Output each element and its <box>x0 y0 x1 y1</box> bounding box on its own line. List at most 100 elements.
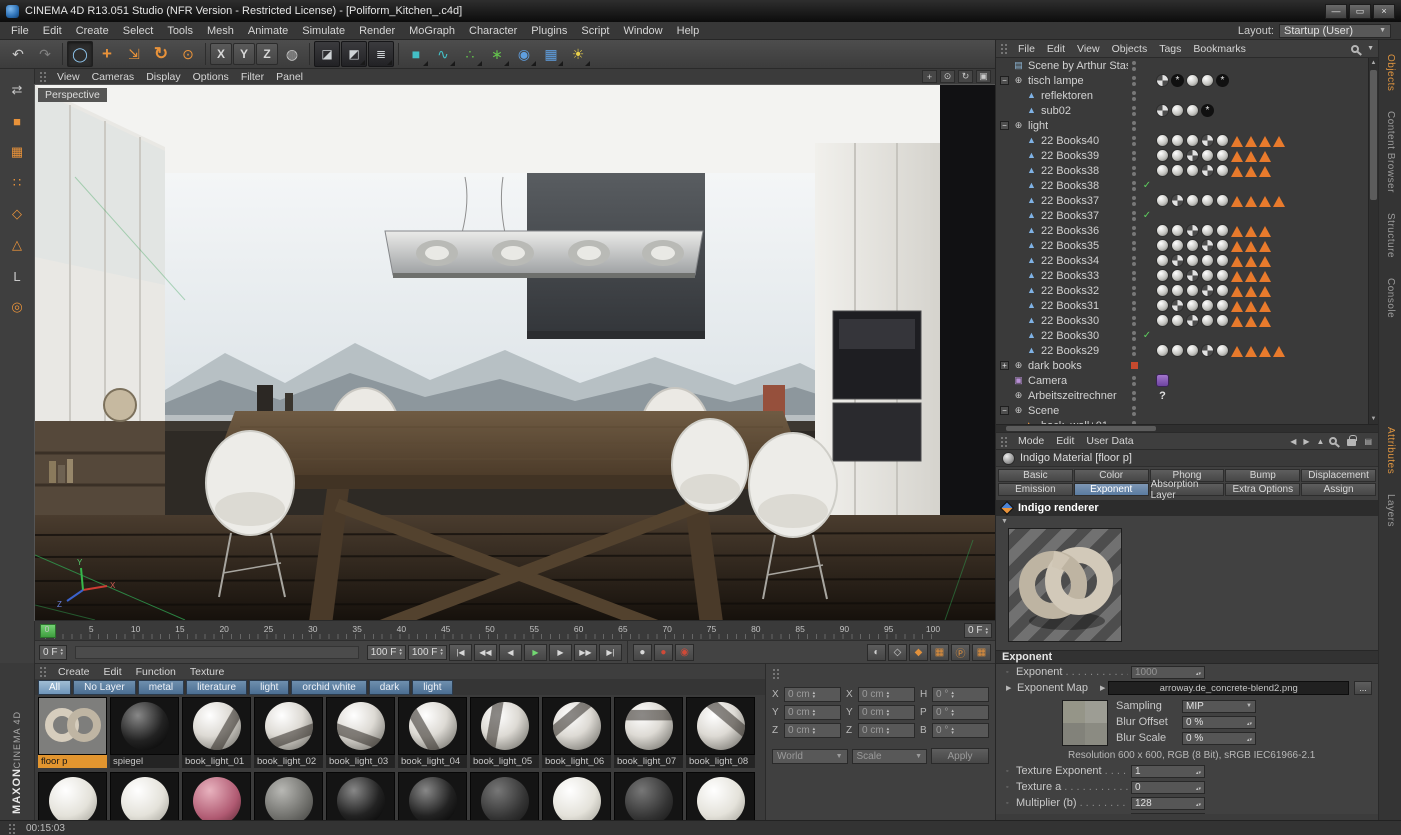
editor-visibility-dot[interactable] <box>1132 241 1136 245</box>
axis-z-lock-button[interactable]: Z <box>256 43 278 65</box>
light-tag-icon[interactable] <box>1245 271 1257 282</box>
light-tag-icon[interactable] <box>1259 271 1271 282</box>
material-tag-icon[interactable] <box>1186 74 1199 87</box>
light-tag-icon[interactable] <box>1231 151 1243 162</box>
visibility-dots[interactable] <box>1128 256 1140 266</box>
render-visibility-dot[interactable] <box>1132 322 1136 326</box>
visibility-dots[interactable] <box>1128 106 1140 116</box>
tab-basic[interactable]: Basic <box>998 469 1073 482</box>
record-keyframe-button[interactable]: ● <box>633 644 652 661</box>
viewport-menu-display[interactable]: Display <box>140 71 186 83</box>
object-menu-view[interactable]: View <box>1071 43 1106 55</box>
search-icon[interactable] <box>1329 437 1337 445</box>
texture-tag-icon[interactable] <box>1186 314 1199 327</box>
light-tag-icon[interactable] <box>1231 271 1243 282</box>
light-tag-icon[interactable] <box>1245 166 1257 177</box>
material-tag-icon[interactable] <box>1171 269 1184 282</box>
visibility-dots[interactable] <box>1128 271 1140 281</box>
render-view-button[interactable]: ◪ <box>314 41 340 67</box>
step-down-icon[interactable]: ▾ <box>951 713 954 717</box>
dark-material-tag-icon[interactable]: * <box>1216 74 1229 87</box>
history-forward-icon[interactable]: ▶ <box>1301 437 1311 446</box>
add-spline-button[interactable]: ∿ <box>430 41 456 67</box>
parent-object-icon[interactable]: ▲ <box>1315 437 1327 446</box>
material-tag-icon[interactable] <box>1171 134 1184 147</box>
material-tag-icon[interactable] <box>1186 344 1199 357</box>
light-tag-icon[interactable] <box>1231 256 1243 267</box>
exponent-map-file-button[interactable]: arroway.de_concrete-blend2.png <box>1108 681 1349 695</box>
material-tag-icon[interactable] <box>1216 194 1229 207</box>
history-back-icon[interactable]: ◀ <box>1288 437 1298 446</box>
light-tag-icon[interactable] <box>1245 196 1257 207</box>
add-simulation-button[interactable]: ∗ <box>484 41 510 67</box>
render-visibility-dot[interactable] <box>1132 82 1136 86</box>
exponent-map-browse-button[interactable]: ... <box>1354 681 1372 695</box>
horizontal-scrollbar[interactable] <box>996 424 1378 432</box>
material-tag-icon[interactable] <box>1156 284 1169 297</box>
menu-select[interactable]: Select <box>116 24 161 38</box>
object-row-22-books30-17[interactable]: ▲22 Books30 <box>996 313 1367 328</box>
step-down-icon[interactable]: ▾ <box>813 695 816 699</box>
material-tag-icon[interactable] <box>1201 224 1214 237</box>
panel-grip[interactable] <box>772 668 781 679</box>
redo-button[interactable]: ↷ <box>32 41 58 67</box>
protection-tag-icon[interactable] <box>1156 374 1169 387</box>
light-tag-icon[interactable] <box>1245 256 1257 267</box>
undo-button[interactable]: ↶ <box>5 41 31 67</box>
coordinate-position-x-input[interactable]: 0 cm▴▾ <box>784 687 841 702</box>
light-tag-icon[interactable] <box>1245 346 1257 357</box>
material-thumbnail[interactable] <box>686 772 755 820</box>
material-thumbnail[interactable] <box>542 772 611 820</box>
step-down-icon[interactable]: ▾ <box>951 731 954 735</box>
model-mode-button[interactable]: ■ <box>4 108 30 134</box>
render-visibility-dot[interactable] <box>1132 247 1136 251</box>
layer-tab-light[interactable]: light <box>249 680 289 695</box>
texture-tag-icon[interactable] <box>1201 164 1214 177</box>
rotate-tool-button[interactable]: ↻ <box>148 41 174 67</box>
material-tag-icon[interactable] <box>1156 314 1169 327</box>
material-thumbnail[interactable] <box>686 697 755 755</box>
stepper-icon[interactable]: ▴▾ <box>951 709 954 717</box>
material-thumbnail[interactable] <box>110 772 179 820</box>
record-position-button[interactable]: ▦ <box>930 644 949 661</box>
visibility-dots[interactable] <box>1128 391 1140 401</box>
render-visibility-dot[interactable] <box>1132 127 1136 131</box>
dock-tab-content-browser[interactable]: Content Browser <box>1385 105 1396 199</box>
object-row-22-books38-7[interactable]: ▲22 Books38 <box>996 163 1367 178</box>
stepper-icon[interactable]: ▴▾ <box>440 648 443 656</box>
step-down-icon[interactable]: ▾ <box>887 695 890 699</box>
visibility-dots[interactable] <box>1128 316 1140 326</box>
object-row-22-books37-10[interactable]: ▲22 Books37✓ <box>996 208 1367 223</box>
visibility-dots[interactable] <box>1128 76 1140 86</box>
material-tag-icon[interactable] <box>1156 269 1169 282</box>
toggle-view-icon[interactable]: ▣ <box>976 70 991 83</box>
render-visibility-dot[interactable] <box>1132 232 1136 236</box>
material-item[interactable] <box>110 772 179 820</box>
menu-tools[interactable]: Tools <box>160 24 200 38</box>
zoom-view-icon[interactable]: ⊙ <box>940 70 955 83</box>
record-options-button[interactable]: ◉ <box>675 644 694 661</box>
play-forward-button[interactable]: ▶ <box>524 644 547 661</box>
material-menu-function[interactable]: Function <box>129 666 183 678</box>
material-tag-icon[interactable] <box>1156 149 1169 162</box>
material-tag-icon[interactable] <box>1171 284 1184 297</box>
texture-tag-icon[interactable] <box>1186 224 1199 237</box>
collapse-icon[interactable]: − <box>1000 76 1009 85</box>
restore-button[interactable]: ▭ <box>1349 4 1371 19</box>
move-tool-button[interactable]: + <box>94 41 120 67</box>
material-item[interactable] <box>686 772 755 820</box>
panel-grip[interactable] <box>1000 43 1009 54</box>
object-menu-tags[interactable]: Tags <box>1153 43 1187 55</box>
material-item-book-light-02[interactable]: book_light_02 <box>254 697 323 768</box>
stepper-icon[interactable]: ▴▾ <box>399 648 402 656</box>
attribute-menu-edit[interactable]: Edit <box>1050 435 1080 447</box>
material-thumbnail[interactable] <box>398 697 467 755</box>
editor-visibility-dot[interactable] <box>1132 121 1136 125</box>
tab-displacement[interactable]: Displacement <box>1301 469 1376 482</box>
render-visibility-dot[interactable] <box>1132 142 1136 146</box>
menu-character[interactable]: Character <box>462 24 524 38</box>
material-thumbnail[interactable] <box>254 697 323 755</box>
render-visibility-dot[interactable] <box>1132 172 1136 176</box>
render-visibility-dot[interactable] <box>1132 112 1136 116</box>
close-button[interactable]: × <box>1373 4 1395 19</box>
